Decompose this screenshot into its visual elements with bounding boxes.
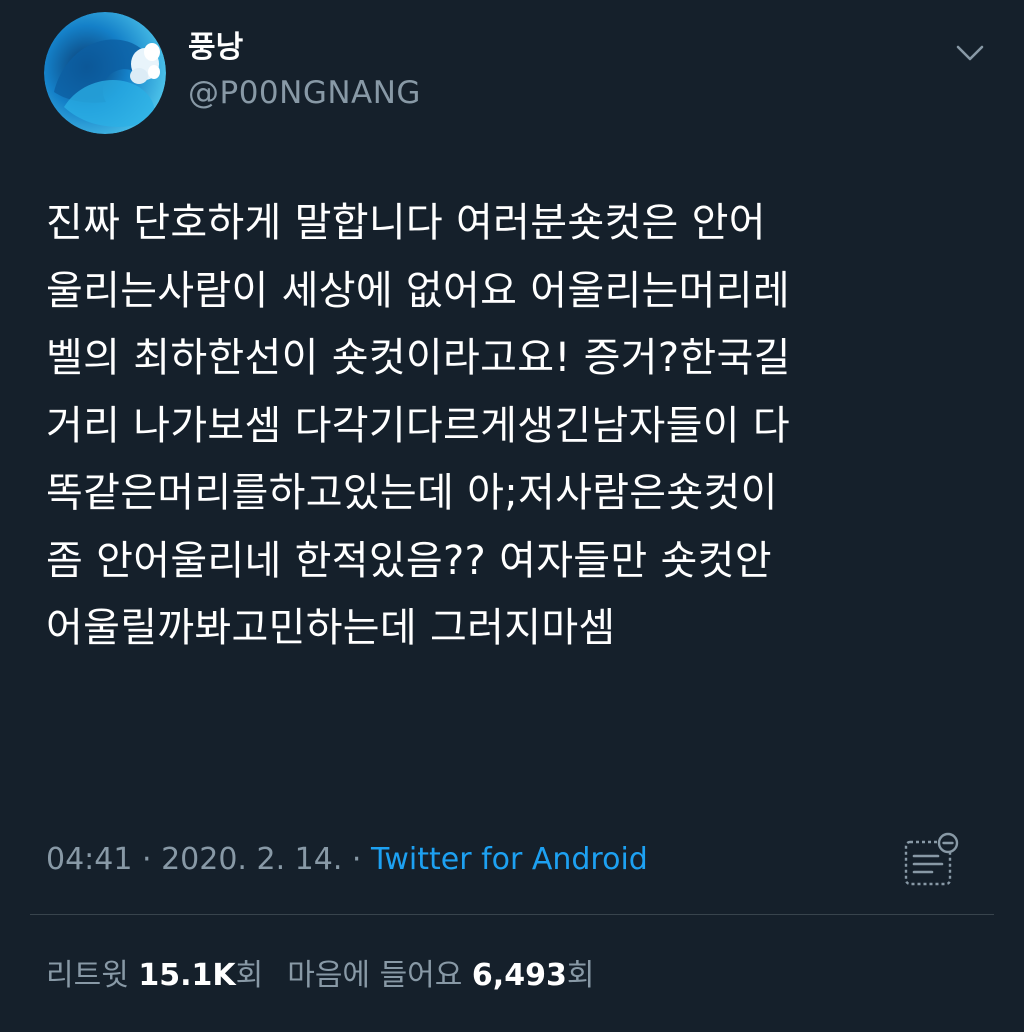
tweet-source-link[interactable]: Twitter for Android	[371, 842, 648, 877]
meta-separator: ·	[342, 842, 371, 877]
wave-avatar-icon	[44, 12, 166, 134]
tweet-text: 진짜 단호하게 말합니다 여러분숏컷은 안어 울리는사람이 세상에 없어요 어울…	[46, 200, 791, 651]
retweet-count: 15.1K	[138, 958, 236, 993]
retweet-unit: 회	[235, 958, 264, 993]
tweet-stats: 리트윗 15.1K회 마음에 들어요 6,493회	[46, 956, 594, 996]
like-unit: 회	[566, 958, 595, 993]
like-count: 6,493	[471, 958, 567, 993]
avatar[interactable]	[44, 12, 166, 134]
divider	[30, 914, 994, 915]
tweet-menu-button[interactable]	[950, 38, 990, 68]
tweet-time[interactable]: 04:41	[46, 842, 132, 877]
user-handle[interactable]: @P00NGNANG	[188, 74, 421, 112]
tweet-meta: 04:41 · 2020. 2. 14. · Twitter for Andro…	[46, 840, 648, 880]
like-stat[interactable]: 마음에 들어요 6,493회	[287, 958, 594, 993]
like-label: 마음에 들어요	[287, 958, 463, 993]
tweet-date[interactable]: 2020. 2. 14.	[161, 842, 342, 877]
meta-separator: ·	[132, 842, 162, 877]
analytics-button[interactable]	[900, 830, 966, 890]
chevron-down-icon	[956, 45, 984, 61]
retweet-stat[interactable]: 리트윗 15.1K회	[46, 958, 263, 993]
retweet-label: 리트윗	[46, 958, 129, 993]
display-name[interactable]: 풍낭	[188, 30, 243, 66]
analytics-icon	[904, 832, 959, 886]
